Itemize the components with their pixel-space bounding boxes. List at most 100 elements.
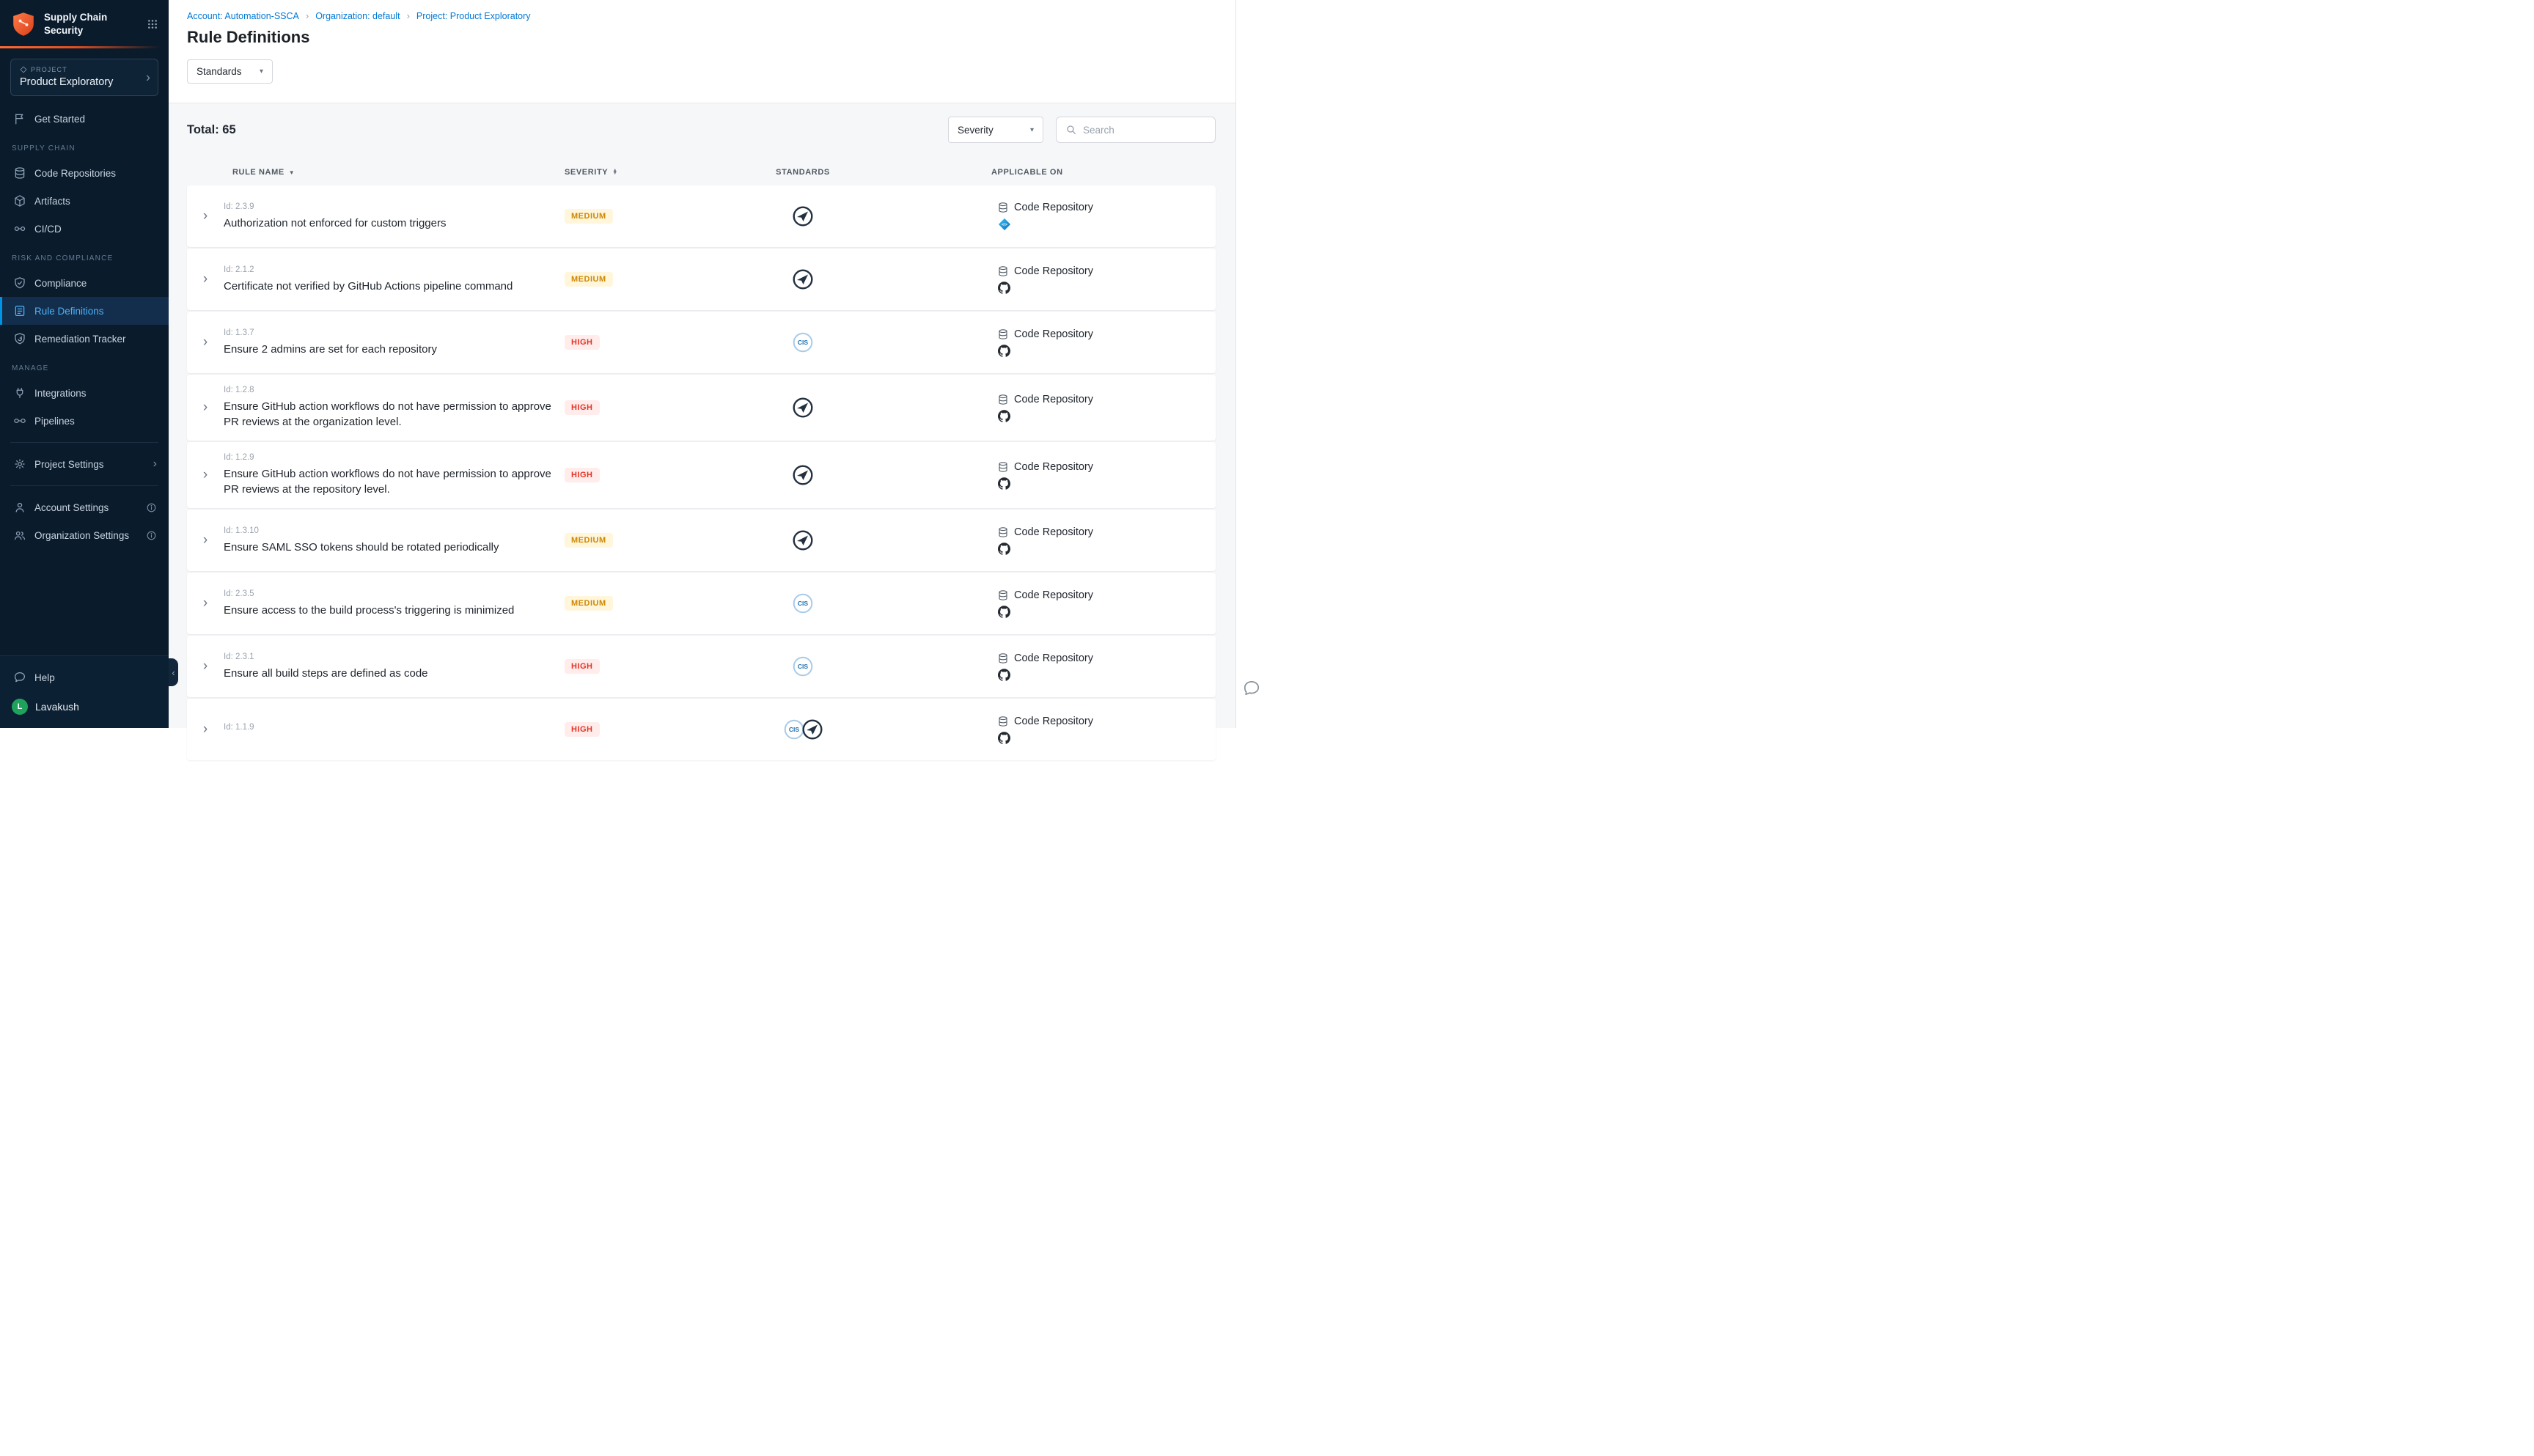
standards-cell (697, 268, 909, 290)
breadcrumb-account-link[interactable]: Account: Automation-SSCA (187, 11, 299, 21)
sidebar-item-artifacts[interactable]: Artifacts (0, 187, 169, 215)
dropdown-label: Standards (197, 66, 242, 77)
source-icons (997, 282, 1216, 294)
svg-text:CIS: CIS (798, 339, 809, 346)
organization-icon (13, 529, 26, 542)
expand-chevron-icon[interactable]: › (203, 658, 208, 674)
rule-id: Id: 1.1.9 (224, 723, 565, 732)
sidebar-collapse-handle[interactable]: ‹ (169, 658, 178, 686)
sidebar-item-project-settings[interactable]: Project Settings › (0, 450, 169, 478)
cis-icon: CIS (792, 592, 814, 614)
section-label-supply-chain: SUPPLY CHAIN (0, 133, 169, 159)
column-header-rule-name[interactable]: RULE NAME ▼ (224, 168, 565, 177)
repository-icon (997, 526, 1009, 538)
sidebar-item-remediation-tracker[interactable]: Remediation Tracker (0, 325, 169, 353)
sidebar-item-pipelines[interactable]: Pipelines (0, 407, 169, 435)
nav-label: Help (34, 672, 55, 683)
sidebar-item-help[interactable]: Help (0, 663, 169, 691)
expand-chevron-icon[interactable]: › (203, 400, 208, 416)
rule-cell: Id: 1.2.8 Ensure GitHub action workflows… (224, 386, 565, 430)
rule-name: Ensure 2 admins are set for each reposit… (224, 342, 561, 357)
breadcrumb-organization-link[interactable]: Organization: default (315, 11, 400, 21)
apps-grid-icon[interactable] (147, 18, 158, 30)
expand-chevron-icon[interactable]: › (203, 721, 208, 738)
expand-chevron-icon[interactable]: › (203, 334, 208, 350)
applicable-on-cell: Code Repository (909, 716, 1216, 744)
github-icon (998, 732, 1010, 744)
sidebar-item-cicd[interactable]: CI/CD (0, 215, 169, 243)
svg-text:CIS: CIS (798, 600, 809, 607)
sidebar-item-account-settings[interactable]: Account Settings (0, 493, 169, 521)
shield-refresh-icon (13, 332, 26, 345)
github-icon (998, 543, 1010, 555)
severity-filter-dropdown[interactable]: Severity ▾ (948, 117, 1043, 143)
nav-label: Code Repositories (34, 168, 116, 179)
repository-icon (997, 202, 1009, 213)
nav-label: Integrations (34, 388, 87, 399)
table-row[interactable]: › Id: 1.2.8 Ensure GitHub action workflo… (187, 375, 1216, 441)
table-row[interactable]: › Id: 2.3.5 Ensure access to the build p… (187, 573, 1216, 634)
rule-cell: Id: 2.3.9 Authorization not enforced for… (224, 202, 565, 231)
standards-filter-dropdown[interactable]: Standards ▾ (187, 59, 273, 84)
rule-name: Ensure GitHub action workflows do not ha… (224, 399, 561, 430)
divider (10, 442, 158, 443)
divider (10, 485, 158, 486)
main: Account: Automation-SSCA › Organization:… (169, 0, 1267, 728)
sidebar: Supply Chain Security PROJECT Product Ex… (0, 0, 169, 728)
package-icon (13, 194, 26, 207)
user-menu[interactable]: L Lavakush (0, 691, 169, 715)
breadcrumb-project-link[interactable]: Project: Product Exploratory (416, 11, 531, 21)
expand-chevron-icon[interactable]: › (203, 532, 208, 548)
chevron-right-icon: › (153, 457, 157, 471)
table-row[interactable]: › Id: 2.3.1 Ensure all build steps are d… (187, 636, 1216, 697)
column-header-standards: STANDARDS (697, 168, 909, 177)
table-row[interactable]: › Id: 2.3.9 Authorization not enforced f… (187, 185, 1216, 247)
rule-cell: Id: 1.2.9 Ensure GitHub action workflows… (224, 453, 565, 497)
sidebar-item-organization-settings[interactable]: Organization Settings (0, 521, 169, 549)
applicable-on-cell: Code Repository (909, 589, 1216, 618)
openssf-icon (792, 268, 814, 290)
sidebar-nav: Get Started SUPPLY CHAIN Code Repositori… (0, 99, 169, 549)
expand-chevron-icon[interactable]: › (203, 271, 208, 287)
table-row[interactable]: › Id: 1.3.10 Ensure SAML SSO tokens shou… (187, 510, 1216, 571)
pipelines-icon (13, 414, 26, 427)
page-header: Account: Automation-SSCA › Organization:… (169, 0, 1267, 103)
table-row[interactable]: › Id: 1.1.9 HIGH CIS Code Repository (187, 699, 1216, 760)
expand-chevron-icon[interactable]: › (203, 467, 208, 483)
column-header-severity[interactable]: SEVERITY ▲▼ (565, 168, 697, 177)
source-icons (997, 606, 1216, 618)
table-row[interactable]: › Id: 1.2.9 Ensure GitHub action workflo… (187, 442, 1216, 508)
code-repo-source-icon: </> (998, 218, 1011, 231)
standards-cell: CIS (697, 718, 909, 740)
sidebar-item-integrations[interactable]: Integrations (0, 379, 169, 407)
expand-chevron-icon[interactable]: › (203, 595, 208, 611)
rule-cell: Id: 2.3.1 Ensure all build steps are def… (224, 652, 565, 681)
severity-badge: HIGH (565, 722, 600, 737)
nav-label: Project Settings (34, 459, 104, 470)
rule-id: Id: 1.3.10 (224, 526, 565, 535)
scrollbar-rail[interactable] (1235, 0, 1267, 728)
expand-chevron-icon[interactable]: › (203, 208, 208, 224)
sidebar-item-get-started[interactable]: Get Started (0, 105, 169, 133)
sidebar-item-code-repositories[interactable]: Code Repositories (0, 159, 169, 187)
table-row[interactable]: › Id: 2.1.2 Certificate not verified by … (187, 249, 1216, 310)
chat-widget-icon[interactable] (1242, 679, 1261, 702)
repository-icon (997, 328, 1009, 340)
table-row[interactable]: › Id: 1.3.7 Ensure 2 admins are set for … (187, 312, 1216, 373)
sidebar-item-rule-definitions[interactable]: Rule Definitions (0, 297, 169, 325)
sidebar-footer: Help L Lavakush (0, 655, 169, 728)
repository-icon (997, 265, 1009, 277)
applicable-on-label: Code Repository (1014, 328, 1093, 340)
applicable-on-label: Code Repository (1014, 716, 1093, 727)
nav-label: CI/CD (34, 224, 62, 235)
openssf-icon (792, 205, 814, 227)
project-selector[interactable]: PROJECT Product Exploratory › (10, 59, 158, 96)
source-icons (997, 669, 1216, 681)
applicable-on-cell: Code Repository (909, 394, 1216, 422)
app-root: Supply Chain Security PROJECT Product Ex… (0, 0, 1267, 728)
sidebar-item-compliance[interactable]: Compliance (0, 269, 169, 297)
search-input[interactable] (1083, 125, 1206, 136)
repository-icon (997, 461, 1009, 473)
chevron-down-icon: ▾ (260, 67, 263, 76)
github-icon (998, 282, 1010, 294)
